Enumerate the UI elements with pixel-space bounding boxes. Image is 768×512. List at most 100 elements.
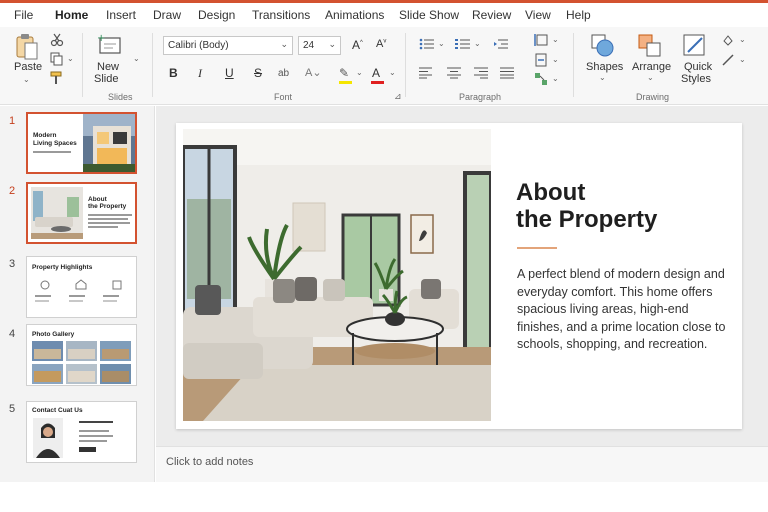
text-direction-icon[interactable]	[534, 33, 548, 47]
quick-styles-label-1[interactable]: Quick	[684, 61, 712, 73]
arrange-dropdown-icon[interactable]: ⌄	[647, 73, 654, 82]
slide-number: 3	[9, 258, 16, 270]
tab-animations[interactable]: Animations	[325, 8, 384, 22]
smartart-icon[interactable]	[534, 72, 548, 86]
slide-thumbnail-5[interactable]: Contact Cuat Us	[26, 401, 137, 463]
paragraph-group-label: Paragraph	[459, 92, 502, 102]
slide-number: 4	[9, 328, 16, 340]
indent-icon[interactable]	[493, 38, 509, 50]
shapes-dropdown-icon[interactable]: ⌄	[599, 73, 606, 82]
italic-icon[interactable]: I	[198, 66, 202, 81]
highlight-icons	[40, 279, 122, 290]
slides-group-label: Slides	[108, 92, 133, 102]
thumbnail-title: Contact Cuat Us	[32, 407, 83, 414]
align-text-icon[interactable]	[534, 53, 548, 67]
notes-placeholder[interactable]: Click to add notes	[166, 456, 253, 468]
bullets-icon[interactable]	[419, 38, 435, 50]
tab-review[interactable]: Review	[472, 8, 511, 22]
align-text-dropdown-icon[interactable]: ⌄	[552, 55, 559, 64]
shape-outline-icon[interactable]	[721, 53, 735, 67]
tab-file[interactable]: File	[14, 8, 33, 22]
arrange-icon[interactable]	[637, 33, 663, 59]
bullets-dropdown-icon[interactable]: ⌄	[438, 39, 445, 48]
text-direction-dropdown-icon[interactable]: ⌄	[552, 35, 559, 44]
tab-design[interactable]: Design	[198, 8, 235, 22]
paste-label[interactable]: Paste	[14, 61, 42, 73]
shapes-label[interactable]: Shapes	[586, 61, 623, 73]
living-room-photo[interactable]	[183, 129, 491, 421]
menu-bar: File Home Insert Draw Design Transitions…	[0, 3, 768, 29]
thumbnail-title: About	[88, 196, 107, 203]
decrease-font-size-icon[interactable]: Av	[376, 38, 386, 50]
smartart-dropdown-icon[interactable]: ⌄	[552, 74, 559, 83]
shape-fill-icon[interactable]	[721, 33, 735, 47]
living-room-image	[31, 187, 83, 239]
svg-text:+: +	[97, 33, 105, 44]
tab-home[interactable]: Home	[55, 8, 88, 22]
paste-dropdown-icon[interactable]: ⌄	[23, 75, 30, 84]
shape-outline-dropdown-icon[interactable]: ⌄	[739, 55, 746, 64]
change-case-icon[interactable]: A⌄	[305, 66, 322, 79]
align-right-icon[interactable]	[474, 67, 488, 79]
shape-fill-dropdown-icon[interactable]: ⌄	[739, 35, 746, 44]
underline-icon[interactable]: U	[225, 66, 234, 80]
highlight-dropdown-icon[interactable]: ⌄	[356, 68, 363, 77]
layout-dropdown-icon[interactable]: ⌄	[133, 54, 140, 63]
new-slide-label-1[interactable]: New	[97, 61, 119, 73]
house-exterior-image	[83, 114, 135, 172]
font-size-select[interactable]: 24 ⌄	[298, 36, 341, 55]
new-slide-icon[interactable]: +	[97, 33, 123, 57]
highlight-icon[interactable]: ✎	[339, 66, 349, 80]
slide-thumbnail-1[interactable]: Modern Living Spaces	[26, 112, 137, 174]
tab-transitions[interactable]: Transitions	[252, 8, 310, 22]
slide-thumbnail-4[interactable]: Photo Gallery	[26, 324, 137, 386]
tab-view[interactable]: View	[525, 8, 551, 22]
slide-thumbnail-3[interactable]: Property Highlights	[26, 256, 137, 318]
tab-help[interactable]: Help	[566, 8, 591, 22]
numbering-dropdown-icon[interactable]: ⌄	[474, 39, 481, 48]
slide-number: 2	[9, 185, 16, 197]
character-spacing-icon[interactable]: ab	[278, 68, 289, 79]
bold-icon[interactable]: B	[169, 66, 178, 80]
numbering-icon[interactable]	[455, 38, 471, 50]
slide-body-text[interactable]: A perfect blend of modern design and eve…	[517, 266, 732, 354]
font-color-dropdown-icon[interactable]: ⌄	[389, 68, 396, 77]
quick-styles-label-2[interactable]: Styles	[681, 73, 711, 85]
shapes-icon[interactable]	[590, 33, 616, 59]
highlight-color-swatch	[339, 81, 352, 84]
slide-number: 5	[9, 403, 16, 415]
strikethrough-icon[interactable]: S	[254, 66, 262, 80]
slide-thumbnail-2[interactable]: About the Property	[26, 182, 137, 244]
thumbnail-title: the Property	[88, 203, 127, 210]
align-center-icon[interactable]	[447, 67, 461, 79]
font-family-value: Calibri (Body)	[168, 40, 229, 51]
font-group-label: Font	[274, 92, 293, 102]
format-painter-icon[interactable]	[50, 71, 64, 85]
tab-insert[interactable]: Insert	[106, 8, 136, 22]
title-underline-rule	[517, 247, 557, 249]
increase-font-size-icon[interactable]: A^	[352, 38, 363, 52]
font-dialog-launcher-icon[interactable]: ⊿	[394, 91, 402, 102]
align-left-icon[interactable]	[419, 67, 433, 79]
thumbnail-title: Living Spaces	[33, 140, 77, 147]
font-family-select[interactable]: Calibri (Body) ⌄	[163, 36, 293, 55]
cut-icon[interactable]	[50, 33, 64, 47]
tab-draw[interactable]: Draw	[153, 8, 181, 22]
tab-slide-show[interactable]: Slide Show	[399, 8, 459, 22]
thumbnail-title: Property Highlights	[32, 264, 93, 271]
slide-title[interactable]: About the Property	[516, 179, 657, 233]
thumbnail-title: Photo Gallery	[32, 331, 75, 338]
copy-icon[interactable]	[50, 52, 64, 66]
copy-dropdown-icon[interactable]: ⌄	[67, 54, 74, 63]
font-color-swatch	[371, 81, 384, 84]
notes-pane[interactable]: Click to add notes	[156, 446, 768, 482]
current-slide[interactable]: About the Property A perfect blend of mo…	[176, 123, 742, 429]
justify-icon[interactable]	[500, 67, 514, 79]
slide-title-line-2: the Property	[516, 206, 658, 233]
quick-styles-icon[interactable]	[682, 33, 708, 59]
arrange-label[interactable]: Arrange	[632, 61, 671, 73]
new-slide-label-2[interactable]: Slide	[94, 73, 118, 85]
font-color-icon[interactable]: A	[372, 66, 380, 80]
photo-gallery-grid	[32, 341, 131, 384]
paste-icon[interactable]	[15, 33, 39, 61]
